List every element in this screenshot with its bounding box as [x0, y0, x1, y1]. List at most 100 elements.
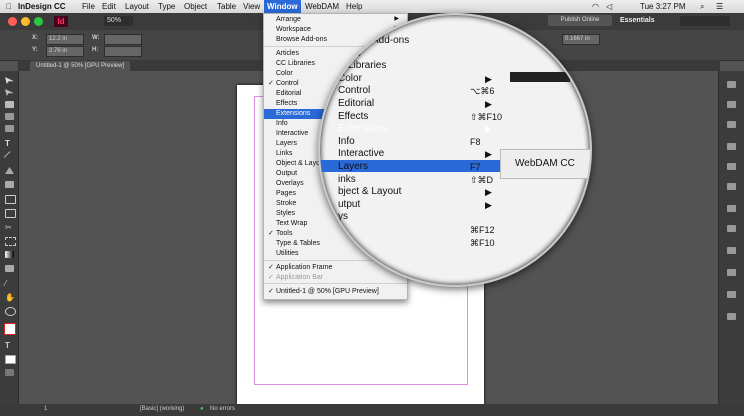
magnified-item-label: Control: [338, 85, 371, 97]
character-styles-panel-icon[interactable]: [727, 225, 736, 232]
free-transform-tool-icon[interactable]: [5, 237, 16, 246]
magnified-item-label: Editorial: [338, 98, 375, 109]
menu-app-name[interactable]: InDesign CC: [18, 1, 66, 12]
menu-layout[interactable]: Layout: [125, 1, 149, 12]
stroke-panel-icon[interactable]: [727, 143, 736, 150]
magnified-submenu-arrow-icon: ▶: [485, 149, 492, 160]
zoom-level-dropdown[interactable]: 50%: [104, 16, 133, 26]
x-position-field[interactable]: 12.2 in: [46, 34, 84, 45]
h-label: H:: [92, 47, 99, 53]
workspace-switcher[interactable]: Essentials: [620, 16, 660, 26]
page-number-field[interactable]: 1: [44, 406, 47, 412]
close-window-icon[interactable]: [8, 17, 17, 26]
swatches-panel-icon[interactable]: [727, 163, 736, 170]
wifi-icon[interactable]: ◠: [592, 1, 599, 12]
search-icon[interactable]: ⌕: [700, 1, 704, 12]
menu-item-label: Styles: [276, 210, 296, 217]
width-field[interactable]: [104, 34, 142, 45]
magnified-item-label: Color: [338, 72, 362, 84]
selection-tool-icon[interactable]: [5, 77, 14, 84]
pen-tool-icon[interactable]: [5, 167, 14, 174]
menu-item-label: Control: [276, 80, 299, 87]
magnified-shortcut: F8: [470, 136, 481, 147]
minimize-window-icon[interactable]: [21, 17, 30, 26]
line-tool-icon[interactable]: [3, 150, 16, 164]
preflight-profile[interactable]: [Basic] (working): [140, 406, 184, 412]
magnified-submenu: WebDAM CC: [500, 149, 590, 179]
menu-window[interactable]: Window: [264, 0, 301, 13]
text-wrap-panel-icon[interactable]: [727, 247, 736, 254]
pencil-tool-icon[interactable]: [5, 181, 14, 188]
links-panel-icon[interactable]: [727, 121, 736, 128]
fill-stroke-swatch-icon[interactable]: [4, 323, 16, 335]
apply-color-icon[interactable]: [5, 355, 16, 364]
rectangle-tool-icon[interactable]: [5, 209, 16, 218]
volume-icon[interactable]: ◁: [606, 1, 612, 12]
scissors-tool-icon[interactable]: ✂: [5, 223, 14, 232]
menu-item-label: Info: [276, 120, 288, 127]
menu-item-label: Editorial: [276, 90, 302, 97]
menu-item-label: Text Wrap: [276, 220, 308, 227]
magnified-shortcut: ⌘F12: [470, 225, 495, 235]
preflight-status[interactable]: No errors: [210, 406, 235, 412]
search-field[interactable]: [680, 16, 730, 26]
layers-panel-icon[interactable]: [727, 101, 736, 108]
align-panel-icon[interactable]: [727, 313, 736, 320]
stroke-weight-field[interactable]: 0.1667 in: [562, 34, 600, 45]
pages-panel-icon[interactable]: [727, 81, 736, 88]
menu-help[interactable]: Help: [346, 1, 362, 12]
x-label: X:: [32, 35, 38, 41]
submenu-webdam-cc[interactable]: WebDAM CC: [515, 158, 575, 169]
type-tool-icon[interactable]: T: [5, 139, 14, 148]
menu-webdam[interactable]: WebDAM: [305, 1, 339, 12]
menu-table[interactable]: Table: [217, 1, 236, 12]
magnified-submenu-arrow-icon: ▶: [485, 199, 492, 210]
zoom-window-icon[interactable]: [34, 17, 43, 26]
zoom-tool-icon[interactable]: [5, 307, 16, 316]
rectangle-frame-tool-icon[interactable]: [5, 195, 16, 204]
formatting-container-icon[interactable]: T: [5, 341, 14, 350]
menu-item-label: Articles: [276, 50, 299, 57]
magnified-item-label: Effects: [338, 110, 369, 122]
magnified-submenu-arrow-icon: ▶: [485, 73, 492, 84]
menu-item-label: Tools: [276, 230, 293, 237]
menu-edit[interactable]: Edit: [102, 1, 116, 12]
menu-item-label: Browse Add-ons: [276, 36, 327, 43]
content-collector-icon[interactable]: [5, 125, 14, 132]
gradient-tool-icon[interactable]: [5, 251, 14, 258]
eyedropper-tool-icon[interactable]: ⁄: [5, 279, 14, 288]
effects-panel-icon[interactable]: [727, 269, 736, 276]
menu-item-label: Arrange: [276, 16, 301, 23]
gradient-panel-icon[interactable]: [727, 291, 736, 298]
screen-mode-icon[interactable]: [5, 369, 14, 376]
apple-icon[interactable]: : [6, 1, 12, 12]
hand-tool-icon[interactable]: ✋: [5, 293, 15, 302]
submenu-arrow-icon: ▶: [394, 16, 399, 22]
magnified-shortcut: ⌘F10: [470, 237, 495, 248]
menu-type[interactable]: Type: [158, 1, 175, 12]
page-tool-icon[interactable]: [5, 101, 14, 108]
menu-item-label: Interactive: [276, 130, 309, 137]
note-tool-icon[interactable]: [5, 265, 14, 272]
magnified-item-label: ys: [338, 211, 348, 223]
menu-file[interactable]: File: [82, 1, 95, 12]
checkmark-icon: ✓: [268, 264, 274, 271]
height-field[interactable]: [104, 46, 142, 57]
notification-icon[interactable]: ☰: [716, 1, 723, 12]
menu-object[interactable]: Object: [184, 1, 207, 12]
paragraph-styles-panel-icon[interactable]: [727, 205, 736, 212]
menu-item-arrange[interactable]: Arrange ▶: [264, 15, 407, 25]
menu-item-label: Application Bar: [276, 274, 324, 281]
gap-tool-icon[interactable]: [5, 113, 14, 120]
cc-libraries-panel-icon[interactable]: [727, 183, 736, 190]
status-bar: 1 [Basic] (working) ● No errors: [0, 404, 744, 416]
document-tab[interactable]: Untitled-1 @ 50% [GPU Preview]: [30, 61, 131, 71]
y-position-field[interactable]: 2.76 in: [46, 46, 84, 57]
direct-selection-tool-icon[interactable]: [5, 89, 14, 96]
magnified-item-label: Add-ons: [372, 35, 410, 46]
menu-item-label: Untitled-1 @ 50% [GPU Preview]: [276, 288, 379, 295]
clock[interactable]: Tue 3:27 PM: [640, 1, 686, 12]
menu-view[interactable]: View: [243, 1, 260, 12]
menu-item-untitled-1-50-gpu-preview[interactable]: ✓ Untitled-1 @ 50% [GPU Preview]: [264, 287, 407, 297]
publish-online-button[interactable]: Publish Online: [548, 15, 612, 26]
